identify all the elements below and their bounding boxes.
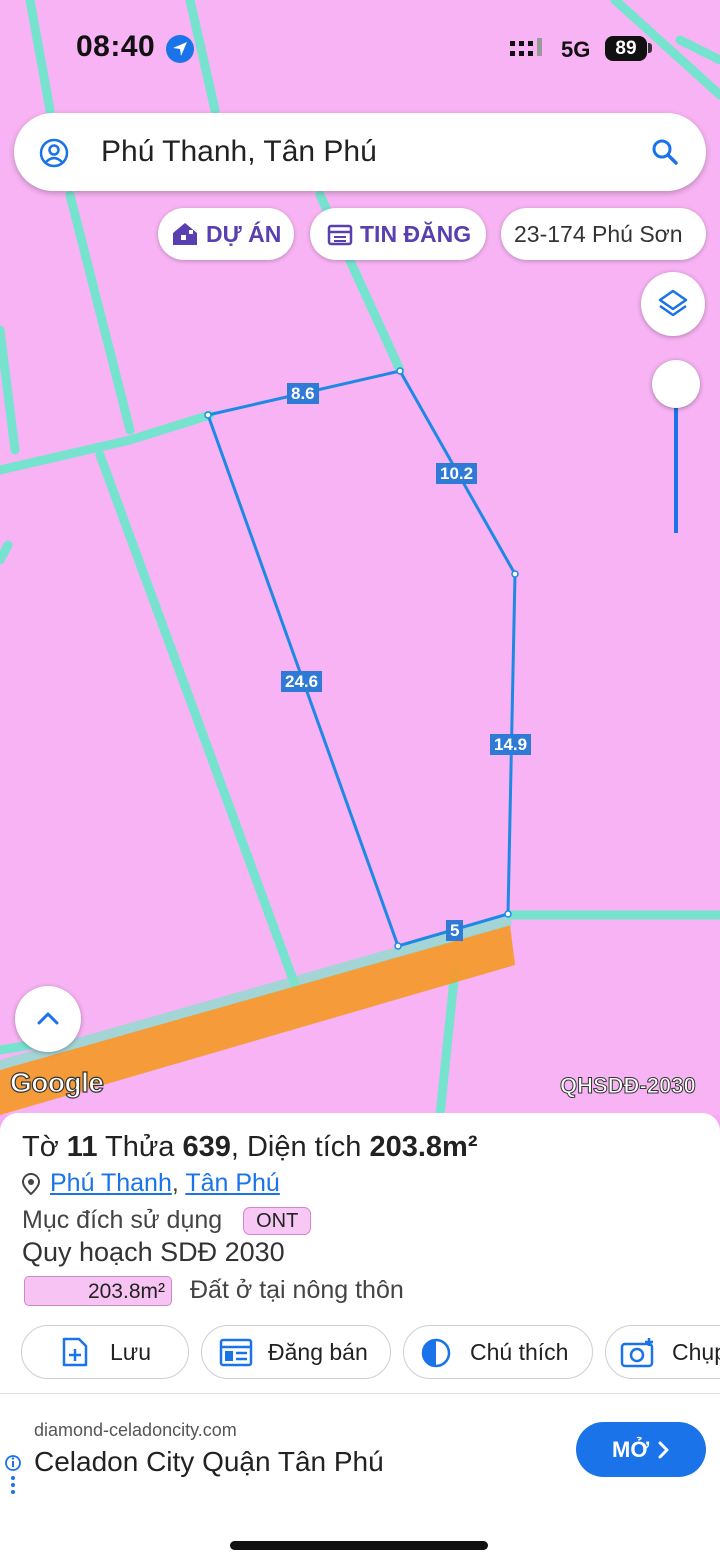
district-link[interactable]: Tân Phú (185, 1169, 280, 1197)
purpose-label: Mục đích sử dụng (22, 1206, 223, 1234)
capture-button[interactable]: Chụp (605, 1325, 720, 1379)
projects-chip[interactable]: DỰ ÁN (158, 208, 294, 260)
capture-label: Chụp (672, 1339, 720, 1365)
ad-open-label: MỞ (612, 1437, 650, 1462)
plan-area-swatch: 203.8m² (24, 1276, 172, 1306)
network-type: 5G (561, 37, 591, 62)
purpose-code-badge: ONT (243, 1207, 312, 1236)
nearby-chip[interactable]: 23-174 Phú Sơn (501, 208, 706, 260)
legend-label: Chú thích (470, 1339, 569, 1365)
plot-label: Thửa (105, 1131, 175, 1163)
plot-number: 639 (182, 1131, 231, 1163)
location-pin-icon (22, 1173, 40, 1196)
signal-icon (510, 38, 542, 56)
house-icon (173, 223, 197, 245)
home-indicator[interactable] (230, 1541, 488, 1550)
parcel-info-panel: Tờ 11 Thửa 639, Diện tích 203.8m² Phú Th… (0, 1113, 720, 1393)
ad-title[interactable]: Celadon City Quận Tân Phú (34, 1446, 384, 1478)
listings-chip[interactable]: TIN ĐĂNG (310, 208, 486, 260)
sheet-number: 11 (66, 1131, 98, 1163)
search-input[interactable]: Phú Thanh, Tân Phú (101, 135, 377, 169)
edge-label: 24.6 (281, 671, 323, 692)
opacity-slider-knob[interactable] (652, 360, 700, 408)
calendar-icon (219, 1338, 253, 1367)
ad-open-button[interactable]: MỞ (576, 1422, 706, 1477)
area-value: 203.8m² (369, 1131, 478, 1163)
save-button[interactable]: Lưu (21, 1325, 189, 1379)
save-label: Lưu (110, 1339, 151, 1365)
post-sale-label: Đăng bán (268, 1339, 368, 1365)
collapse-button[interactable] (15, 986, 81, 1052)
area-label: , Diện tích (230, 1131, 362, 1163)
address-separator: , (171, 1169, 186, 1197)
add-file-icon (62, 1337, 88, 1367)
listings-label: TIN ĐĂNG (360, 221, 472, 247)
contrast-icon (421, 1338, 451, 1368)
location-arrow-icon (166, 35, 194, 63)
layers-button[interactable] (641, 272, 705, 336)
ward-link[interactable]: Phú Thanh (50, 1169, 172, 1197)
edge-label: 8.6 (287, 383, 319, 404)
chevron-right-icon (658, 1441, 669, 1459)
search-bar[interactable]: Phú Thanh, Tân Phú (14, 113, 706, 191)
battery-level: 89 (605, 36, 647, 61)
chevron-up-icon (37, 1012, 59, 1025)
status-bar: 08:40 5G 89 (0, 0, 720, 100)
nearby-label: 23-174 Phú Sơn (514, 221, 683, 247)
legend-button[interactable]: Chú thích (403, 1325, 593, 1379)
parcel-address: Phú Thanh, Tân Phú (22, 1169, 280, 1198)
edge-label: 10.2 (436, 463, 478, 484)
status-time: 08:40 (76, 30, 156, 63)
google-logo: Google (9, 1066, 104, 1098)
post-sale-button[interactable]: Đăng bán (201, 1325, 391, 1379)
camera-icon (620, 1338, 654, 1368)
search-icon[interactable] (650, 137, 680, 167)
parcel-title: Tờ 11 Thửa 639, Diện tích 203.8m² (22, 1131, 478, 1164)
edge-label: 14.9 (490, 734, 532, 755)
ad-banner[interactable]: diamond-celadoncity.com Celadon City Quậ… (0, 1393, 720, 1502)
land-use-description: Đất ở tại nông thôn (190, 1276, 404, 1304)
account-icon[interactable] (38, 137, 70, 169)
calendar-icon (327, 224, 353, 246)
ad-domain: diamond-celadoncity.com (34, 1420, 237, 1440)
home-indicator-area (0, 1501, 720, 1561)
parcel-boundary[interactable] (206, 369, 517, 948)
edge-label: 5 (446, 920, 464, 941)
map-layer-tag: QHSDĐ-2030 (560, 1073, 697, 1099)
ad-info-icon[interactable] (4, 1454, 22, 1494)
main-road-edge (0, 915, 512, 1070)
projects-label: DỰ ÁN (206, 221, 282, 247)
sheet-label: Tờ (22, 1131, 59, 1163)
land-purpose: Mục đích sử dụng ONT (22, 1206, 312, 1236)
battery-tip (648, 43, 652, 53)
plan-title: Quy hoạch SDĐ 2030 (22, 1237, 285, 1267)
layers-icon (658, 289, 688, 317)
